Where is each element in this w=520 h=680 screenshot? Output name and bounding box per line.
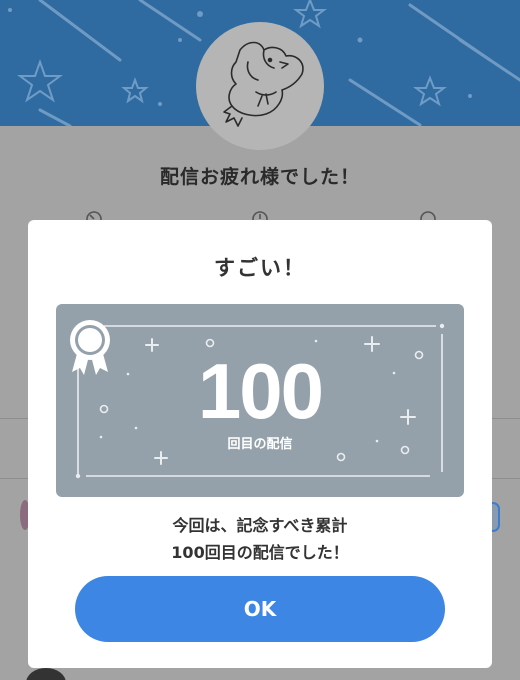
milestone-badge-card: 100 回目の配信 [56,304,464,497]
avatar[interactable] [196,22,324,150]
duck-mascot-icon [223,41,304,127]
stream-finished-title: 配信お疲れ様でした！ [159,166,360,188]
milestone-label: 回目の配信 [227,437,293,452]
message-line: 今回は、記念すべき累計 [172,516,348,535]
milestone-dialog: すごい！ 100 回目の配信 今回は、記念すべき累計 100回目の配信でした！ … [28,220,492,668]
milestone-count: 100 [197,347,324,435]
dialog-title: すごい！ [214,256,306,280]
message-line: 100回目の配信でした！ [171,543,349,562]
ok-button[interactable]: OK [75,576,445,642]
milestone-message: 今回は、記念すべき累計 100回目の配信でした！ [28,512,492,566]
